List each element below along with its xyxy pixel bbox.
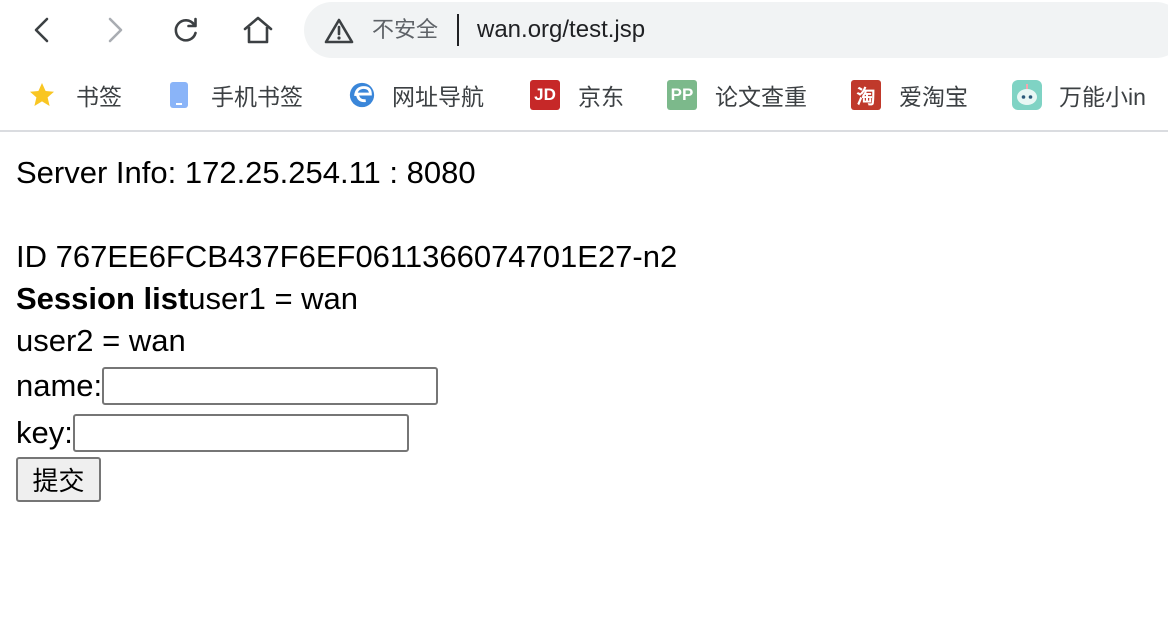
bookmark-taobao[interactable]: 淘 爱淘宝	[851, 80, 968, 110]
bookmark-bookmarks[interactable]: 书签	[28, 80, 122, 110]
chevron-right-icon	[108, 17, 123, 43]
bookmark-label: 万能小in	[1059, 84, 1146, 110]
bookmark-label: 京东	[578, 84, 624, 110]
session-list: Session listuser1 = wan	[16, 278, 1152, 320]
key-row: key:	[16, 409, 1152, 456]
chevron-left-icon	[34, 17, 49, 43]
key-input[interactable]	[72, 413, 409, 452]
warning-icon	[324, 18, 354, 44]
reload-button[interactable]	[168, 12, 204, 48]
name-input[interactable]	[102, 366, 439, 405]
taobao-icon: 淘	[851, 80, 881, 110]
page-content: Server Info: 172.25.254.11 : 8080 ID 767…	[0, 132, 1168, 522]
reload-icon	[174, 17, 197, 42]
bookmark-pp[interactable]: PP 论文查重	[667, 80, 807, 110]
pp-icon: PP	[667, 80, 697, 110]
key-label: key:	[16, 414, 73, 450]
session-id: ID 767EE6FCB437F6EF0611366074701E27-n2	[16, 239, 678, 274]
login-form: name: key: 提交	[16, 362, 1152, 502]
browser-toolbar: 不安全 wan.org/test.jsp	[0, 0, 1168, 62]
session-item: user1 = wan	[188, 281, 359, 316]
home-icon	[243, 16, 273, 44]
jd-icon: JD	[530, 80, 560, 110]
bookmark-label: 论文查重	[715, 84, 807, 110]
server-info: Server Info: 172.25.254.11 : 8080	[16, 155, 476, 190]
bookmark-label: 书签	[76, 84, 122, 110]
name-row: name:	[16, 362, 1152, 409]
name-label: name:	[16, 367, 103, 403]
bookmark-jd[interactable]: JD 京东	[530, 80, 624, 110]
session-item: user2 = wan	[16, 323, 186, 358]
back-button[interactable]	[24, 12, 60, 48]
star-icon	[28, 81, 56, 109]
edge-icon	[348, 81, 376, 109]
url-text[interactable]: wan.org/test.jsp	[477, 16, 645, 44]
address-separator	[457, 14, 459, 46]
home-button[interactable]	[240, 12, 276, 48]
forward-button[interactable]	[97, 12, 133, 48]
session-list-label: Session list	[16, 281, 189, 316]
bookmark-label: 爱淘宝	[899, 84, 968, 110]
bookmark-mobile[interactable]: 手机书签	[165, 80, 303, 110]
bookmark-label: 网址导航	[392, 84, 484, 110]
bookmark-wanneng[interactable]: 万能小in	[1011, 80, 1146, 110]
bookmarks-bar: 书签 手机书签 网址导航 JD 京东 PP 论文查重 淘 爱淘宝 万能小in	[0, 62, 1168, 132]
phone-icon	[165, 81, 193, 109]
not-secure-label[interactable]: 不安全	[372, 16, 438, 44]
address-bar[interactable]: 不安全 wan.org/test.jsp	[304, 2, 1168, 58]
submit-button[interactable]: 提交	[16, 457, 101, 502]
robot-icon	[1011, 79, 1043, 111]
bookmark-navigation[interactable]: 网址导航	[348, 80, 484, 110]
bookmark-label: 手机书签	[211, 84, 303, 110]
